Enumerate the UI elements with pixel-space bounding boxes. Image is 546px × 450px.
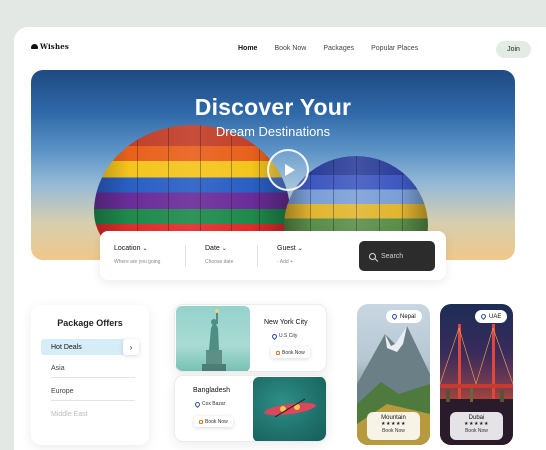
- destination-tag: Nepal: [386, 310, 422, 323]
- offer-item-middle-east[interactable]: Middle East: [51, 411, 135, 423]
- app-window: Wishes Home Book Now Packages Popular Pl…: [14, 27, 546, 450]
- destination-info: Mountain ★★★★★ Book Now: [367, 412, 420, 440]
- brand-logo[interactable]: Wishes: [31, 42, 69, 51]
- calendar-icon: [199, 419, 203, 424]
- search-icon: [369, 252, 376, 260]
- date-hint: Choose date: [205, 259, 234, 265]
- card-title: New York City: [264, 319, 308, 326]
- rating-stars: ★★★★★: [381, 421, 406, 427]
- guest-field[interactable]: Guest ⌄ - Add +: [277, 231, 337, 280]
- join-button[interactable]: Join: [496, 41, 531, 58]
- book-now-button[interactable]: Book Now: [194, 416, 233, 427]
- package-card-bangladesh[interactable]: Bangladesh Cox Bazar Book Now: [174, 375, 327, 442]
- hero-subtitle: Dream Destinations: [215, 124, 331, 139]
- location-pin-icon: [193, 400, 202, 408]
- destination-card-nepal[interactable]: Nepal Mountain ★★★★★ Book Now: [357, 304, 430, 445]
- search-button-label: Search: [381, 252, 404, 260]
- offer-item-europe[interactable]: Europe: [51, 388, 135, 401]
- nav-packages[interactable]: Packages: [323, 45, 354, 52]
- rating-stars: ★★★★★: [464, 421, 489, 427]
- calendar-icon: [276, 350, 280, 355]
- card-title: Bangladesh: [193, 387, 230, 394]
- location-pin-icon: [390, 312, 399, 321]
- nav-popular-places[interactable]: Popular Places: [371, 45, 418, 52]
- statue-of-liberty-image: [176, 306, 250, 371]
- card-location: U.S City: [270, 332, 297, 340]
- divider: [257, 245, 258, 267]
- hero-title: Discover Your: [194, 94, 352, 120]
- location-label: Location: [114, 245, 141, 252]
- package-offers-panel: Package Offers Hot Deals › Asia Europe M…: [31, 305, 149, 445]
- date-label: Date: [205, 245, 220, 252]
- destination-tag: UAE: [475, 310, 508, 323]
- top-nav: Home Book Now Packages Popular Places: [238, 45, 435, 52]
- destination-info: Dubai ★★★★★ Book Now: [450, 412, 503, 440]
- chevron-right-icon[interactable]: ›: [123, 339, 139, 355]
- brand-name: Wishes: [40, 42, 70, 51]
- kayak-image: [253, 377, 326, 441]
- chevron-down-icon: ⌄: [297, 246, 303, 252]
- date-field[interactable]: Date ⌄ Choose date: [205, 231, 265, 280]
- book-now-button[interactable]: Book Now: [450, 428, 503, 434]
- balloon-logo-icon: [31, 44, 38, 49]
- offer-item-label: Hot Deals: [51, 343, 82, 351]
- divider: [185, 245, 186, 267]
- search-button[interactable]: Search: [359, 241, 435, 271]
- location-pin-icon: [479, 312, 488, 321]
- location-field[interactable]: Location ⌄ Where are you going: [114, 231, 194, 280]
- search-bar: Location ⌄ Where are you going Date ⌄ Choo…: [100, 231, 446, 280]
- nav-book-now[interactable]: Book Now: [274, 45, 306, 52]
- card-location: Cox Bazar: [193, 400, 225, 408]
- offer-item-hot-deals[interactable]: Hot Deals ›: [41, 339, 139, 355]
- play-video-button[interactable]: [267, 149, 309, 191]
- guest-stepper[interactable]: - Add +: [277, 259, 293, 265]
- location-pin-icon: [270, 332, 279, 340]
- package-card-new-york[interactable]: New York City U.S City Book Now: [174, 304, 327, 372]
- book-now-button[interactable]: Book Now: [271, 347, 310, 358]
- destination-card-uae[interactable]: UAE Dubai ★★★★★ Book Now: [440, 304, 513, 445]
- chevron-down-icon: ⌄: [221, 246, 227, 252]
- nav-home[interactable]: Home: [238, 45, 257, 52]
- package-offers-title: Package Offers: [57, 318, 123, 328]
- location-hint: Where are you going: [114, 259, 161, 265]
- play-icon: [284, 164, 295, 176]
- guest-label: Guest: [277, 245, 296, 252]
- book-now-button[interactable]: Book Now: [367, 428, 420, 434]
- offer-item-asia[interactable]: Asia: [51, 365, 135, 378]
- chevron-down-icon: ⌄: [142, 246, 148, 252]
